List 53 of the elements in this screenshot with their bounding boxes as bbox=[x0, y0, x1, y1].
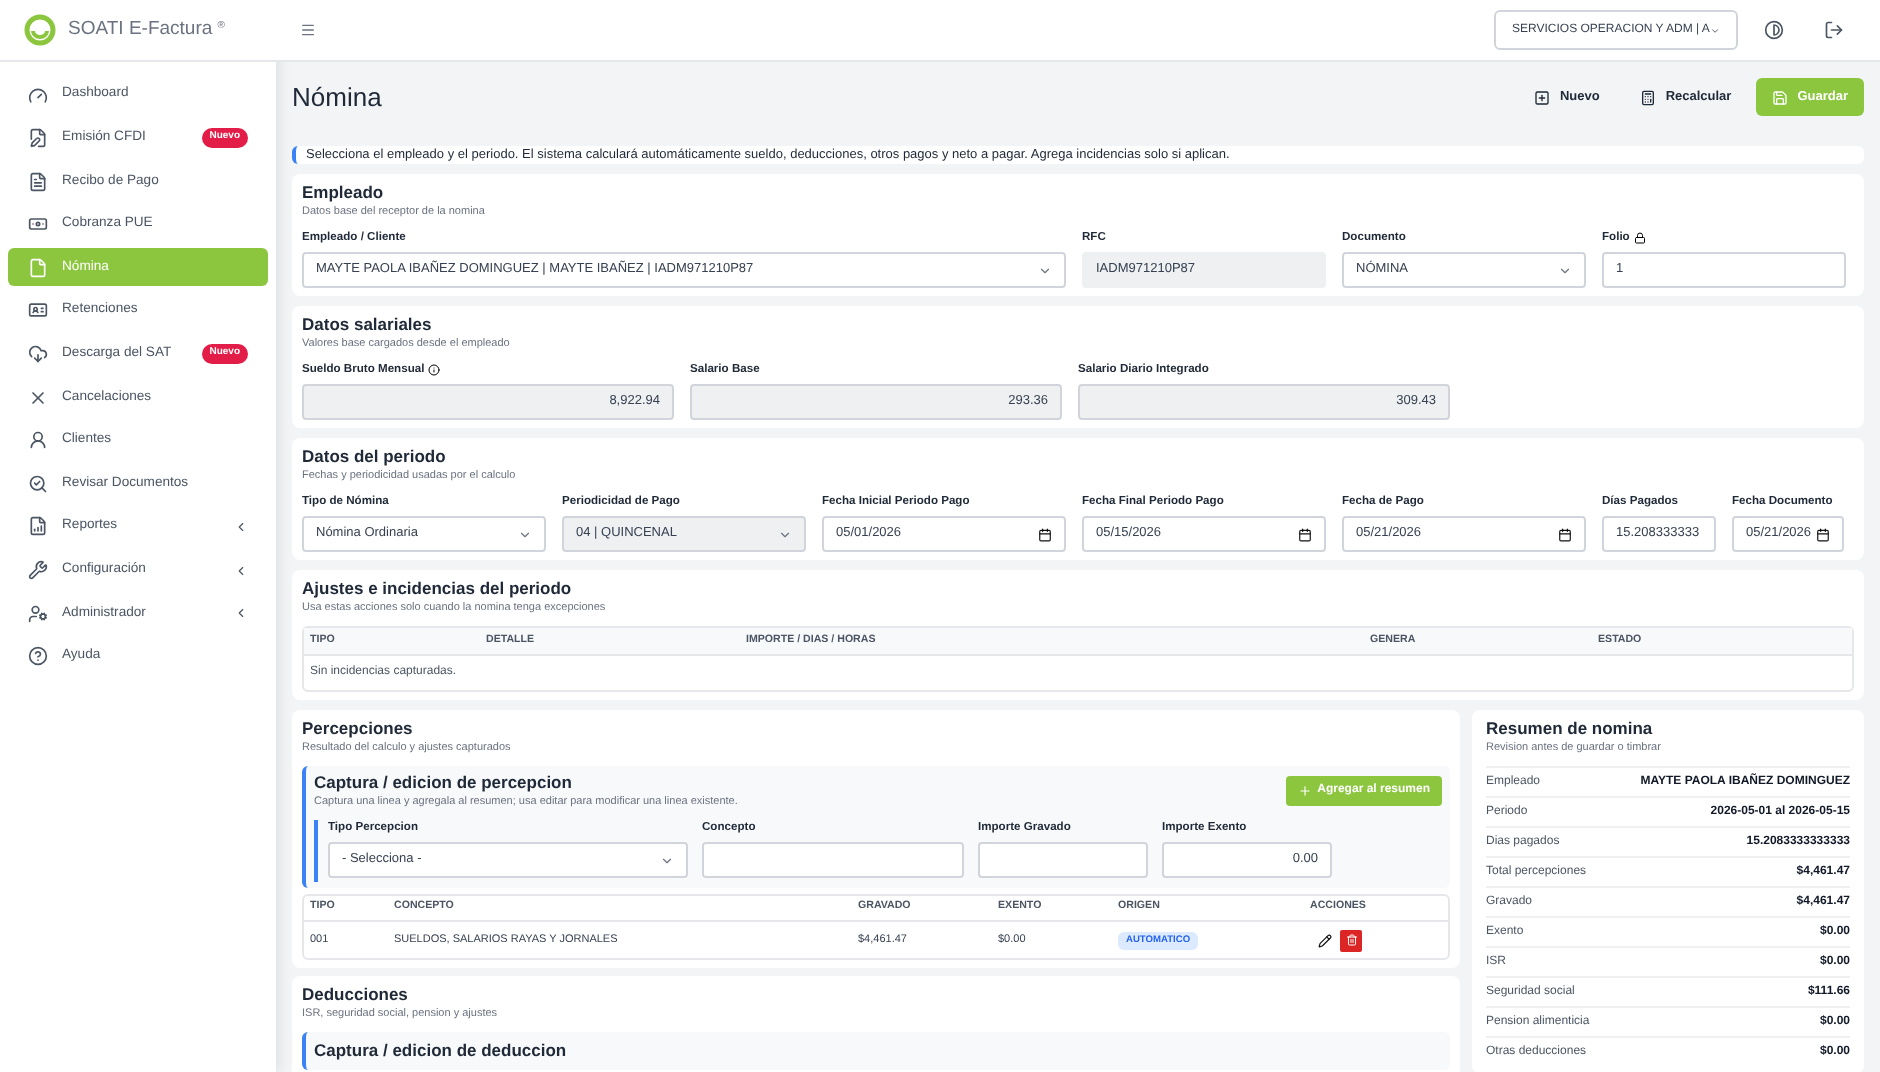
calendar-icon bbox=[1558, 527, 1572, 542]
contrast-icon[interactable] bbox=[1764, 20, 1784, 40]
section-title: Datos salariales bbox=[302, 314, 434, 337]
input-field[interactable] bbox=[702, 842, 964, 879]
section-title: Datos del periodo bbox=[302, 446, 448, 469]
user-icon bbox=[28, 430, 48, 451]
caret-icon bbox=[518, 527, 532, 542]
section-title: Ajustes e incidencias del periodo bbox=[302, 578, 574, 601]
cloud-download-icon bbox=[28, 344, 48, 365]
user-gear-icon bbox=[28, 603, 48, 624]
banknote-icon bbox=[28, 214, 48, 235]
caret-icon bbox=[778, 527, 792, 542]
section-title: Resumen de nomina bbox=[1486, 718, 1655, 741]
calendar-icon bbox=[1038, 527, 1052, 542]
chart-document-icon bbox=[28, 516, 48, 537]
section-title: Percepciones bbox=[302, 718, 415, 741]
caret-icon bbox=[1558, 263, 1572, 278]
id-card-icon bbox=[28, 300, 48, 321]
document-icon bbox=[28, 171, 48, 192]
logout-icon[interactable] bbox=[1824, 20, 1844, 40]
lock-icon bbox=[1633, 232, 1646, 245]
search-document-icon bbox=[28, 473, 48, 494]
section-title: Empleado bbox=[302, 182, 386, 205]
page-title: Nómina bbox=[292, 80, 384, 116]
plus-square-icon bbox=[1533, 89, 1550, 106]
edit-icon[interactable] bbox=[1318, 933, 1332, 948]
gauge-icon bbox=[28, 85, 48, 105]
chevron-icon bbox=[234, 519, 248, 534]
section-title: Deducciones bbox=[302, 984, 410, 1007]
calendar-icon bbox=[1816, 527, 1830, 542]
caret-icon bbox=[1709, 23, 1720, 37]
calculator-icon bbox=[1639, 89, 1656, 106]
info-icon bbox=[428, 364, 441, 377]
delete-button[interactable] bbox=[1340, 929, 1362, 952]
document-pen-icon bbox=[28, 128, 48, 149]
wrench-icon bbox=[28, 560, 48, 581]
save-icon bbox=[1771, 89, 1788, 106]
chevron-icon bbox=[234, 606, 248, 621]
calendar-icon bbox=[1298, 527, 1312, 542]
menu-icon[interactable] bbox=[300, 22, 316, 38]
input-field[interactable] bbox=[978, 842, 1148, 879]
chevron-icon bbox=[234, 563, 248, 578]
caret-icon bbox=[1038, 263, 1052, 278]
logo-icon bbox=[24, 14, 56, 46]
brand-name: SOATI E-Factura $^{®}$ bbox=[68, 15, 225, 44]
section-title: Captura / edicion de deduccion bbox=[314, 1038, 569, 1064]
document-icon bbox=[28, 257, 48, 278]
help-icon bbox=[28, 646, 48, 667]
section-title: Captura / edicion de percepcion bbox=[314, 772, 574, 795]
close-icon bbox=[28, 387, 48, 408]
caret-icon bbox=[660, 853, 674, 868]
plus-icon bbox=[1297, 784, 1312, 799]
trash-icon bbox=[1345, 934, 1357, 947]
